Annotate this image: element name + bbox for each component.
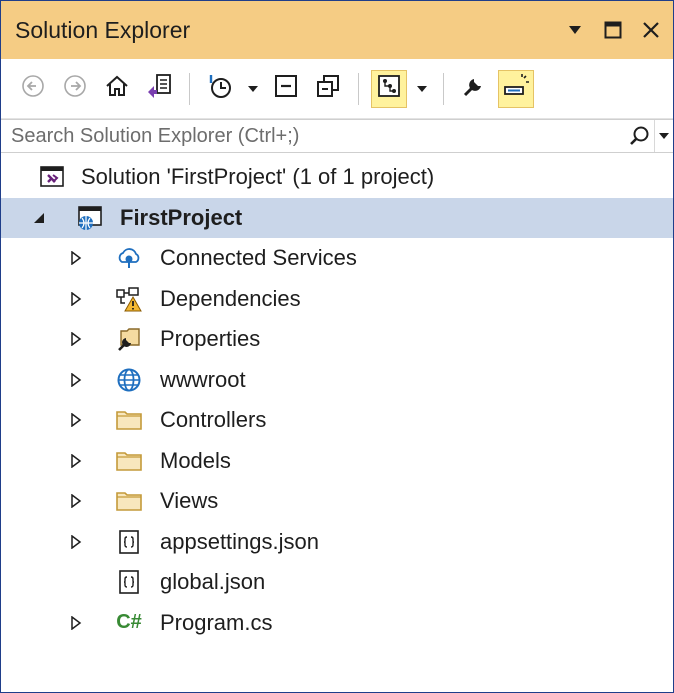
show-all-files-icon: [315, 73, 341, 104]
collapse-all-button[interactable]: [268, 70, 304, 108]
chevron-down-icon: [417, 80, 427, 98]
tree-item-label: Solution 'FirstProject' (1 of 1 project): [81, 164, 435, 190]
tree-item-label: global.json: [160, 569, 266, 595]
tree-item-appsettings-json[interactable]: appsettings.json: [1, 522, 673, 563]
forward-button[interactable]: [57, 70, 93, 108]
toolbar: [1, 59, 673, 119]
tree-item-connected-services[interactable]: Connected Services: [1, 238, 673, 279]
tree-item-label: Models: [160, 447, 231, 473]
preview-selected-items-button[interactable]: [498, 69, 534, 108]
toolbar-separator: [189, 72, 190, 105]
window-position-dropdown-icon[interactable]: [563, 17, 587, 43]
show-all-files-button[interactable]: [310, 70, 346, 108]
switch-views-icon: [145, 72, 173, 105]
expanded-arrow-icon[interactable]: [30, 209, 48, 227]
home-icon: [104, 73, 130, 104]
globe-icon: [114, 365, 144, 395]
connected-services-icon: [114, 243, 144, 273]
collapsed-arrow-icon[interactable]: [67, 614, 85, 632]
sync-dropdown[interactable]: [413, 70, 431, 108]
web-project-icon: [75, 203, 105, 233]
forward-arrow-icon: [63, 74, 87, 103]
collapsed-arrow-icon[interactable]: [67, 371, 85, 389]
solution-tree: Solution 'FirstProject' (1 of 1 project)…: [1, 153, 673, 643]
collapsed-arrow-icon[interactable]: [67, 330, 85, 348]
collapsed-arrow-icon[interactable]: [67, 290, 85, 308]
toolbar-separator: [358, 72, 359, 105]
search-icon[interactable]: [626, 125, 654, 147]
tree-item-views[interactable]: Views: [1, 481, 673, 522]
preview-icon: [502, 73, 530, 104]
tree-item-label: Dependencies: [160, 285, 301, 311]
pending-changes-dropdown[interactable]: [244, 70, 262, 108]
back-arrow-icon: [21, 74, 45, 103]
maximize-icon[interactable]: [601, 17, 625, 43]
tree-item-project[interactable]: FirstProject: [1, 197, 673, 238]
window-controls: [563, 17, 673, 43]
folder-icon: [114, 486, 144, 516]
toolbar-separator: [443, 72, 444, 105]
switch-views-button[interactable]: [141, 70, 177, 108]
collapsed-arrow-icon[interactable]: [67, 249, 85, 267]
tree-item-label: Properties: [160, 326, 261, 352]
back-button[interactable]: [15, 70, 51, 108]
tree-item-label: wwwroot: [160, 366, 246, 392]
collapsed-arrow-icon[interactable]: [67, 411, 85, 429]
home-button[interactable]: [99, 70, 135, 108]
properties-icon: [114, 324, 144, 354]
tree-item-label: Views: [160, 488, 219, 514]
search-input[interactable]: [11, 124, 626, 148]
clock-filter-icon: [206, 72, 234, 105]
solution-icon: [37, 162, 67, 192]
json-file-icon: [114, 567, 144, 597]
collapse-all-icon: [273, 73, 299, 104]
window-title: Solution Explorer: [15, 16, 191, 43]
tree-item-label: Connected Services: [160, 245, 357, 271]
hierarchy-icon: [376, 73, 402, 104]
json-file-icon: [114, 527, 144, 557]
sync-active-document-button[interactable]: [371, 69, 407, 108]
properties-button[interactable]: [456, 70, 492, 108]
folder-icon: [114, 446, 144, 476]
tree-item-dependencies[interactable]: Dependencies: [1, 279, 673, 320]
search-bar: [1, 119, 673, 153]
tree-item-label: Controllers: [160, 407, 267, 433]
collapsed-arrow-icon[interactable]: [67, 452, 85, 470]
dependencies-warning-icon: [114, 284, 144, 314]
tree-item-label: FirstProject: [120, 204, 243, 230]
tree-item-properties[interactable]: Properties: [1, 319, 673, 360]
collapsed-arrow-icon[interactable]: [67, 492, 85, 510]
tree-item-solution[interactable]: Solution 'FirstProject' (1 of 1 project): [1, 157, 673, 198]
solution-explorer-panel: Solution Explorer Search Solution Explor…: [0, 0, 674, 693]
chevron-down-icon: [248, 80, 258, 98]
pending-changes-filter-button[interactable]: [202, 70, 238, 108]
tree-item-controllers[interactable]: Controllers: [1, 400, 673, 441]
csharp-file-icon: C#: [116, 611, 142, 634]
tree-item-global-json[interactable]: global.json: [1, 562, 673, 603]
tree-item-label: appsettings.json: [160, 528, 319, 554]
title-bar: Solution Explorer: [1, 1, 673, 59]
folder-icon: [114, 405, 144, 435]
tree-item-label: Program.cs: [160, 609, 273, 635]
search-options-dropdown[interactable]: [654, 120, 673, 152]
wrench-icon: [461, 73, 487, 104]
collapsed-arrow-icon[interactable]: [67, 533, 85, 551]
tree-item-program-cs[interactable]: C# Program.cs: [1, 603, 673, 644]
close-icon[interactable]: [639, 17, 663, 43]
tree-item-models[interactable]: Models: [1, 441, 673, 482]
tree-item-wwwroot[interactable]: wwwroot: [1, 360, 673, 401]
